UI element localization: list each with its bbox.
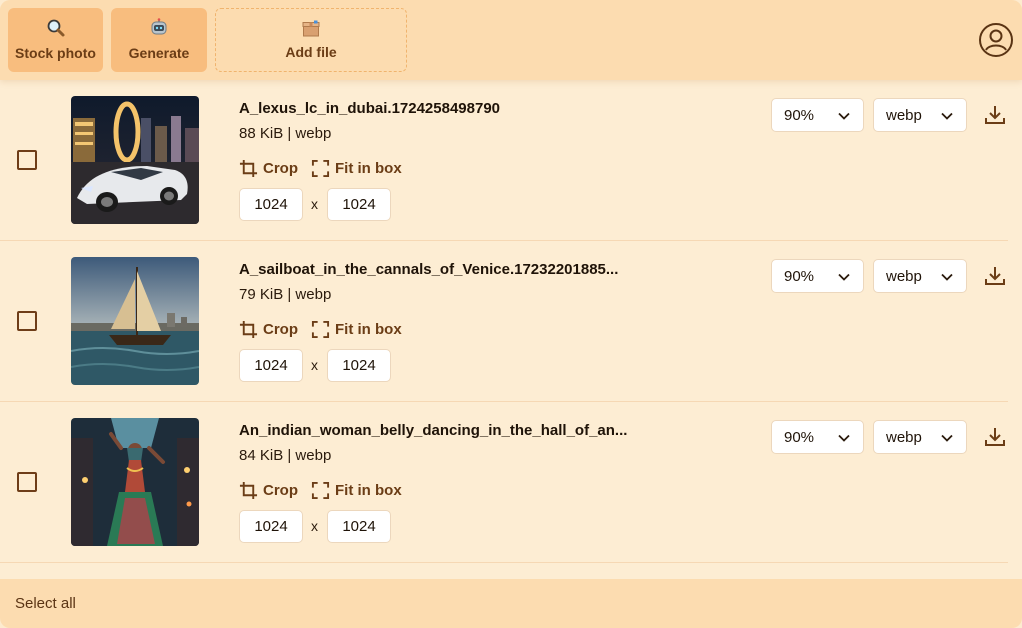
select-all-button[interactable]: Select all bbox=[15, 595, 76, 612]
row-checkbox[interactable] bbox=[17, 472, 37, 492]
package-icon bbox=[302, 20, 320, 37]
fit-in-box-label: Fit in box bbox=[335, 481, 402, 499]
add-file-label: Add file bbox=[285, 44, 337, 60]
crop-label: Crop bbox=[263, 159, 298, 177]
chevron-down-icon bbox=[838, 112, 850, 120]
fit-in-box-button[interactable]: Fit in box bbox=[311, 318, 402, 340]
add-file-button[interactable]: Add file bbox=[215, 8, 407, 72]
file-name: A_sailboat_in_the_cannals_of_Venice.1723… bbox=[239, 261, 619, 278]
format-select[interactable]: webp bbox=[873, 98, 967, 132]
crop-icon bbox=[239, 481, 258, 499]
magnifier-icon bbox=[47, 19, 64, 37]
chevron-down-icon bbox=[838, 434, 850, 442]
fit-in-box-label: Fit in box bbox=[335, 320, 402, 338]
crop-icon bbox=[239, 159, 258, 177]
crop-button[interactable]: Crop bbox=[239, 318, 298, 340]
file-meta: 79 KiB | webp bbox=[239, 286, 332, 303]
quality-value: 90% bbox=[784, 106, 815, 124]
format-value: webp bbox=[886, 267, 922, 285]
file-meta: 88 KiB | webp bbox=[239, 125, 332, 142]
row-checkbox[interactable] bbox=[17, 150, 37, 170]
file-row: A_lexus_lc_in_dubai.1724258498790 88 KiB… bbox=[0, 80, 1008, 241]
fit-in-box-button[interactable]: Fit in box bbox=[311, 157, 402, 179]
quality-select[interactable]: 90% bbox=[771, 420, 864, 454]
download-icon[interactable] bbox=[984, 265, 1006, 287]
width-input[interactable]: 1024 bbox=[239, 510, 303, 543]
stock-photo-label: Stock photo bbox=[15, 45, 96, 61]
dimension-separator: x bbox=[311, 518, 318, 534]
file-name: A_lexus_lc_in_dubai.1724258498790 bbox=[239, 100, 501, 117]
file-thumbnail bbox=[71, 96, 199, 224]
fit-box-icon bbox=[311, 159, 330, 177]
format-select[interactable]: webp bbox=[873, 420, 967, 454]
crop-button[interactable]: Crop bbox=[239, 157, 298, 179]
chevron-down-icon bbox=[838, 273, 850, 281]
crop-icon bbox=[239, 320, 258, 338]
file-list: A_lexus_lc_in_dubai.1724258498790 88 KiB… bbox=[0, 80, 1008, 563]
height-input[interactable]: 1024 bbox=[327, 188, 391, 221]
generate-button[interactable]: Generate bbox=[111, 8, 207, 72]
quality-select[interactable]: 90% bbox=[771, 98, 864, 132]
chevron-down-icon bbox=[941, 434, 953, 442]
width-input[interactable]: 1024 bbox=[239, 349, 303, 382]
crop-label: Crop bbox=[263, 481, 298, 499]
height-input[interactable]: 1024 bbox=[327, 510, 391, 543]
height-input[interactable]: 1024 bbox=[327, 349, 391, 382]
file-thumbnail bbox=[71, 257, 199, 385]
generate-label: Generate bbox=[128, 45, 190, 61]
toolbar: Stock photo Generate Add file bbox=[0, 0, 1022, 80]
fit-box-icon bbox=[311, 481, 330, 499]
format-select[interactable]: webp bbox=[873, 259, 967, 293]
file-thumbnail bbox=[71, 418, 199, 546]
download-icon[interactable] bbox=[984, 104, 1006, 126]
row-checkbox[interactable] bbox=[17, 311, 37, 331]
crop-label: Crop bbox=[263, 320, 298, 338]
chevron-down-icon bbox=[941, 273, 953, 281]
dimension-separator: x bbox=[311, 196, 318, 212]
format-value: webp bbox=[886, 428, 922, 446]
format-value: webp bbox=[886, 106, 922, 124]
file-name: An_indian_woman_belly_dancing_in_the_hal… bbox=[239, 422, 628, 439]
download-icon[interactable] bbox=[984, 426, 1006, 448]
quality-select[interactable]: 90% bbox=[771, 259, 864, 293]
file-row: A_sailboat_in_the_cannals_of_Venice.1723… bbox=[0, 241, 1008, 402]
robot-icon bbox=[151, 18, 167, 35]
fit-in-box-label: Fit in box bbox=[335, 159, 402, 177]
crop-button[interactable]: Crop bbox=[239, 479, 298, 501]
width-input[interactable]: 1024 bbox=[239, 188, 303, 221]
fit-box-icon bbox=[311, 320, 330, 338]
fit-in-box-button[interactable]: Fit in box bbox=[311, 479, 402, 501]
quality-value: 90% bbox=[784, 267, 815, 285]
footer-bar: Select all bbox=[0, 579, 1022, 628]
chevron-down-icon bbox=[941, 112, 953, 120]
file-meta: 84 KiB | webp bbox=[239, 447, 332, 464]
stock-photo-button[interactable]: Stock photo bbox=[8, 8, 103, 72]
image-export-panel: Stock photo Generate Add file A_lexus_lc… bbox=[0, 0, 1022, 628]
quality-value: 90% bbox=[784, 428, 815, 446]
user-circle-icon[interactable] bbox=[978, 22, 1014, 58]
file-row: An_indian_woman_belly_dancing_in_the_hal… bbox=[0, 402, 1008, 563]
dimension-separator: x bbox=[311, 357, 318, 373]
